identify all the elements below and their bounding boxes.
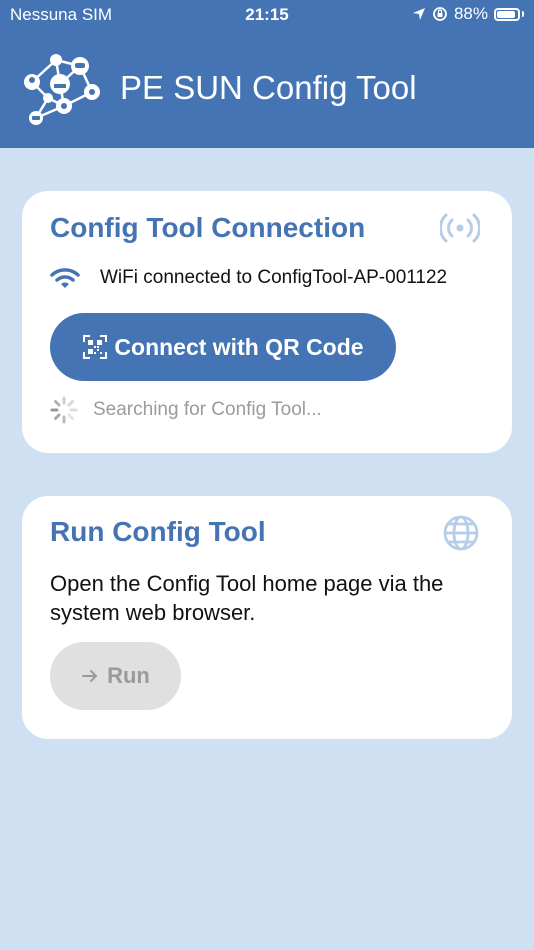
globe-icon	[443, 515, 479, 551]
battery-percent: 88%	[453, 4, 488, 23]
wifi-icon	[50, 268, 80, 288]
app-logo-icon	[24, 54, 100, 125]
run-button[interactable]: Run	[50, 642, 181, 710]
qr-code-icon	[83, 335, 108, 359]
status-bar: Nessuna SIM 21:15 88%	[0, 0, 534, 30]
run-description: Open the Config Tool home page via the s…	[50, 571, 444, 625]
location-arrow-icon	[412, 8, 425, 20]
app-title: PE SUN Config Tool	[120, 69, 417, 106]
battery-fill	[497, 10, 515, 18]
wifi-status-row: WiFi connected to ConfigTool-AP-001122	[50, 266, 447, 290]
run-card-title: Run Config Tool	[50, 516, 266, 547]
wifi-status-text: WiFi connected to ConfigTool-AP-001122	[100, 267, 448, 288]
battery-icon	[494, 7, 520, 21]
arrow-right-icon	[82, 670, 98, 682]
run-button-label: Run	[107, 663, 150, 688]
connect-qr-button[interactable]: Connect with QR Code	[50, 313, 396, 381]
status-indicators: 88%	[412, 4, 524, 24]
connection-card-title: Config Tool Connection	[50, 212, 366, 243]
run-card: Run Config Tool Open the Config Tool hom…	[22, 496, 512, 739]
orientation-lock-icon	[433, 7, 447, 21]
connection-card: Config Tool Connection WiFi connected to…	[22, 191, 512, 453]
app-header: Nessuna SIM 21:15 88% PE SUN Config Tool	[0, 0, 534, 148]
spinner-icon	[50, 396, 78, 424]
battery-tip	[522, 11, 524, 17]
searching-status-text: Searching for Config Tool...	[93, 399, 322, 420]
broadcast-icon	[440, 213, 480, 243]
searching-status-row: Searching for Config Tool...	[50, 396, 322, 424]
connect-qr-button-label: Connect with QR Code	[114, 333, 364, 360]
